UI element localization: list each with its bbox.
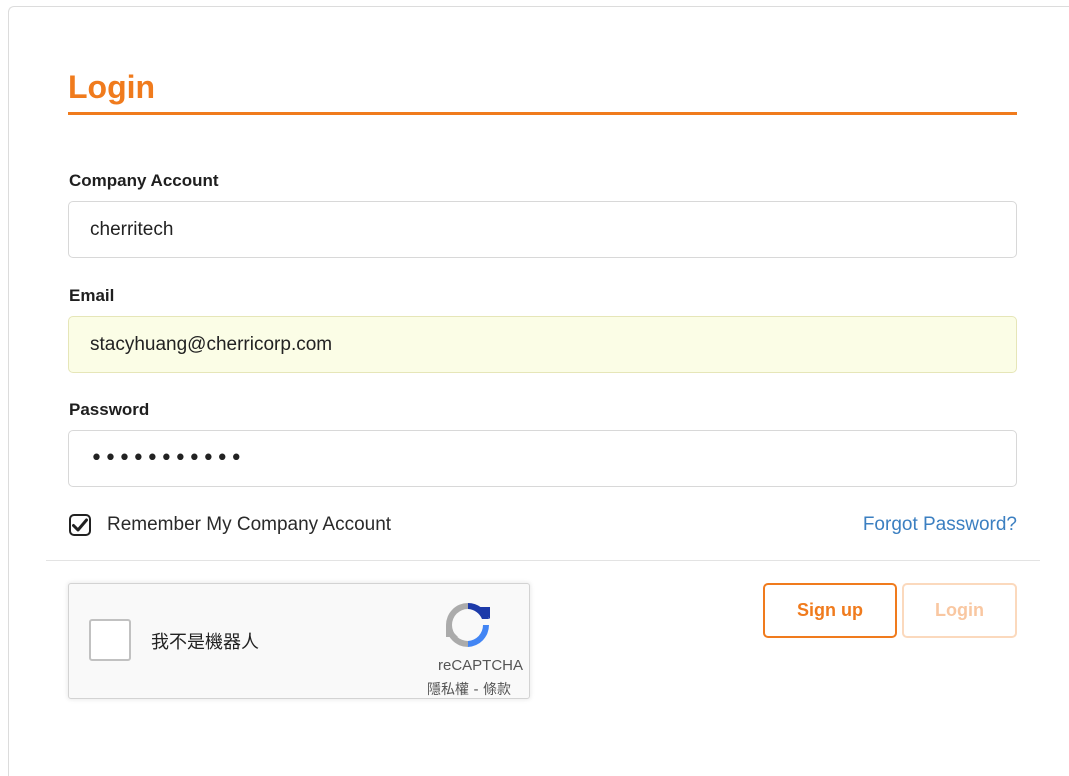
remember-account-checkbox[interactable] [69,514,91,536]
recaptcha-brand: reCAPTCHA [437,657,523,674]
recaptcha-widget: 我不是機器人 reCAPTCHA 隱私權 - 條款 [68,583,530,699]
remember-account-label: Remember My Company Account [107,514,392,535]
title-underline [68,112,1017,115]
recaptcha-checkbox-label: 我不是機器人 [151,632,259,653]
recaptcha-links-separator: - [469,682,483,698]
password-input[interactable] [68,430,1017,487]
email-input[interactable] [68,316,1017,373]
recaptcha-checkbox[interactable] [89,619,131,661]
recaptcha-privacy-link[interactable]: 隱私權 [427,682,469,698]
sign-up-button[interactable]: Sign up [763,583,897,638]
recaptcha-links: 隱私權 - 條款 [427,679,511,699]
login-button[interactable]: Login [902,583,1017,638]
email-label: Email [69,286,115,305]
password-label: Password [69,400,150,419]
forgot-password-link[interactable]: Forgot Password? [863,513,1017,537]
remember-account-row: Remember My Company Account [69,513,391,537]
checkmark-icon [72,518,88,532]
recaptcha-terms-link[interactable]: 條款 [483,682,511,698]
page-title: Login [68,69,156,105]
company-account-label: Company Account [69,171,219,190]
recaptcha-logo-icon [446,603,490,647]
section-divider [46,560,1040,561]
company-account-input[interactable] [68,201,1017,258]
